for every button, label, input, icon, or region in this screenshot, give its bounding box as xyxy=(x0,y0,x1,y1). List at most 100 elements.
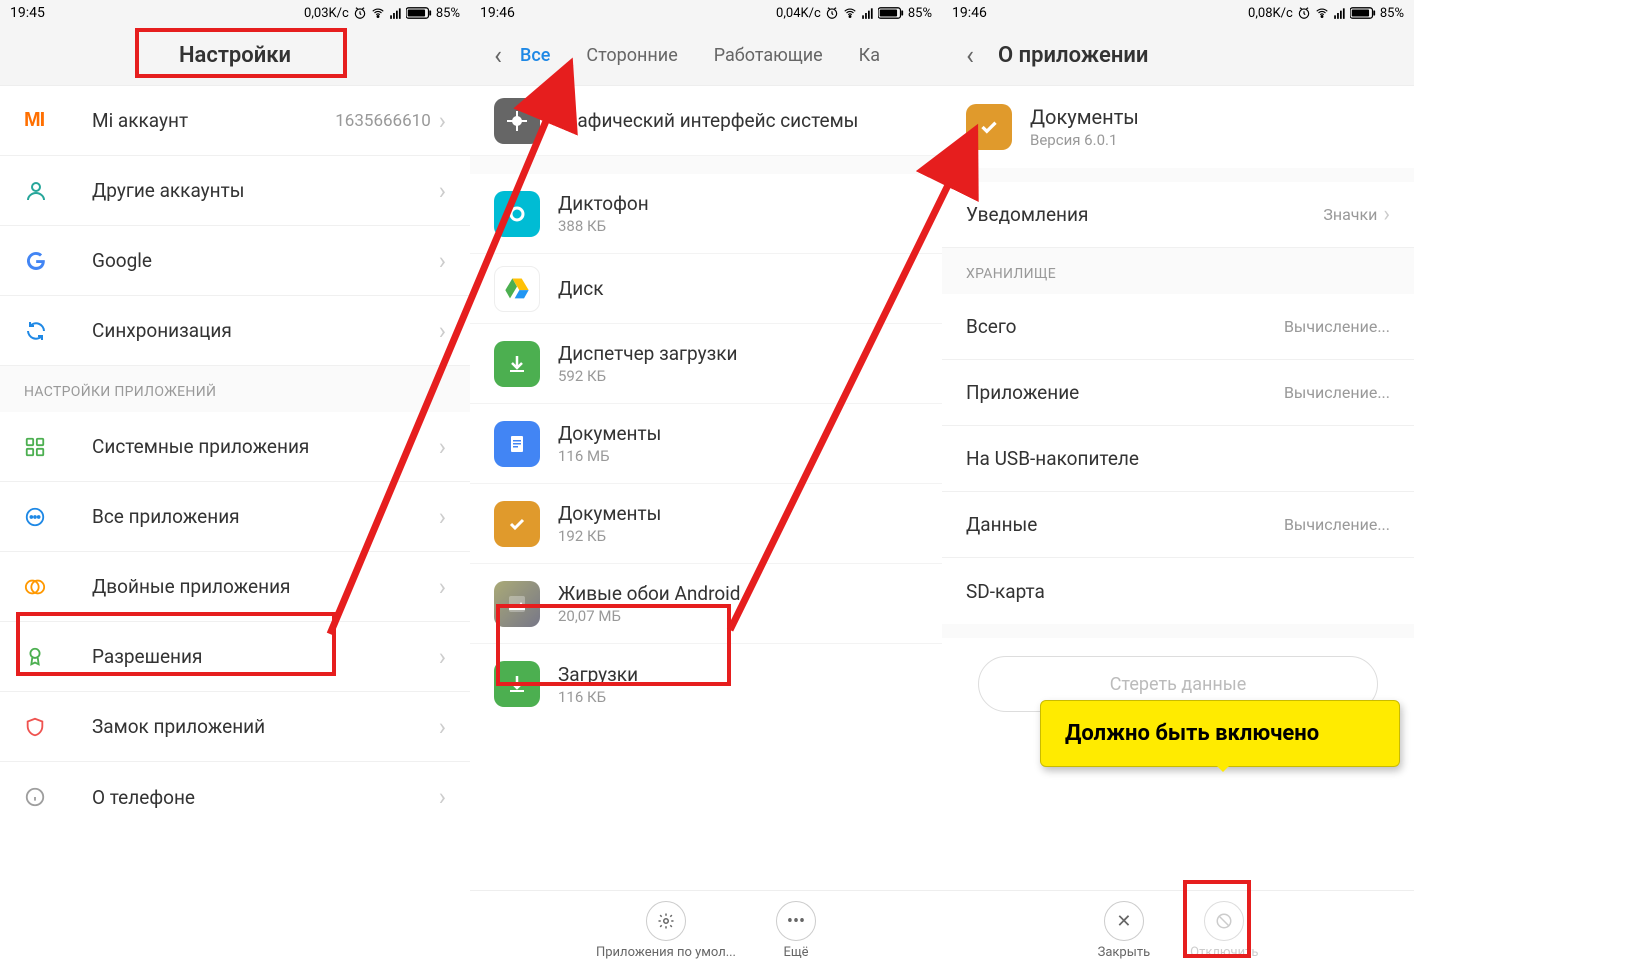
app-name: Документы xyxy=(558,422,918,445)
screen-apps-list: 19:46 0,04K/c 85% ‹ Все Сторонние Работа… xyxy=(470,0,942,970)
row-data: Данные Вычисление... xyxy=(942,492,1414,558)
tab-thirdparty[interactable]: Сторонние xyxy=(586,45,677,66)
chevron-right-icon: › xyxy=(439,503,446,531)
button-label: Отключить xyxy=(1190,945,1258,960)
app-size: 192 КБ xyxy=(558,527,918,545)
app-row-download-manager[interactable]: Диспетчер загрузки592 КБ xyxy=(470,324,942,404)
row-label: На USB-накопителе xyxy=(966,447,1139,470)
row-label: Синхронизация xyxy=(68,319,439,342)
tab-more[interactable]: Ка xyxy=(859,45,880,66)
app-icon xyxy=(494,341,540,387)
tooltip-text: Должно быть включено xyxy=(1065,721,1319,746)
status-time: 19:46 xyxy=(480,5,515,21)
row-app-lock[interactable]: Замок приложений › xyxy=(0,692,470,762)
app-version: Версия 6.0.1 xyxy=(1030,131,1390,149)
status-battery: 85% xyxy=(908,6,932,21)
row-system-apps[interactable]: Системные приложения › xyxy=(0,412,470,482)
row-usb-storage: На USB-накопителе xyxy=(942,426,1414,492)
row-label: О телефоне xyxy=(68,786,439,809)
app-row-drive[interactable]: Диск xyxy=(470,254,942,324)
wifi-icon xyxy=(842,6,858,20)
close-button[interactable]: ✕ Закрыть xyxy=(1098,901,1151,960)
app-name: Документы xyxy=(1030,105,1390,129)
app-detail-header: Документы Версия 6.0.1 xyxy=(942,86,1414,168)
row-label: Всего xyxy=(966,315,1017,338)
row-notifications[interactable]: Уведомления Значки › xyxy=(942,182,1414,248)
app-name: Загрузки xyxy=(558,663,918,686)
row-permissions[interactable]: Разрешения › xyxy=(0,622,470,692)
shield-icon xyxy=(24,716,68,738)
row-label: SD-карта xyxy=(966,580,1045,603)
section-header-apps: НАСТРОЙКИ ПРИЛОЖЕНИЙ xyxy=(0,366,470,412)
row-other-accounts[interactable]: Другие аккаунты › xyxy=(0,156,470,226)
row-mi-account[interactable]: MI Mi аккаунт 1635666610 › xyxy=(0,86,470,156)
alarm-icon xyxy=(1297,6,1311,20)
wifi-icon xyxy=(370,6,386,20)
back-button[interactable]: ‹ xyxy=(478,36,518,76)
app-size: 592 КБ xyxy=(558,367,918,385)
back-button[interactable]: ‹ xyxy=(950,36,990,76)
app-size: 20,07 МБ xyxy=(558,607,918,625)
more-button[interactable]: ••• Ещё xyxy=(776,901,816,960)
app-size: 116 МБ xyxy=(558,447,918,465)
row-value: Вычисление... xyxy=(1284,515,1390,534)
app-name: Графический интерфейс системы xyxy=(558,109,918,132)
app-row-downloads[interactable]: Загрузки 116 КБ xyxy=(470,644,942,724)
annotation-tooltip: Должно быть включено xyxy=(1040,700,1400,767)
chevron-right-icon: › xyxy=(439,643,446,671)
row-google[interactable]: Google › xyxy=(0,226,470,296)
chevron-right-icon: › xyxy=(439,317,446,345)
row-label: Другие аккаунты xyxy=(68,179,439,202)
battery-icon xyxy=(406,6,432,20)
chevron-right-icon: › xyxy=(439,177,446,205)
alarm-icon xyxy=(353,6,367,20)
app-row-live-wallpaper[interactable]: Живые обои Android20,07 МБ xyxy=(470,564,942,644)
header-bar: ‹ О приложении xyxy=(942,26,1414,86)
row-value: Вычисление... xyxy=(1284,317,1390,336)
page-title: О приложении xyxy=(998,43,1148,68)
gear-icon xyxy=(646,901,686,941)
row-label: Приложение xyxy=(966,381,1079,404)
status-time: 19:45 xyxy=(10,5,45,21)
status-bar: 19:45 0,03K/c 85% xyxy=(0,0,470,26)
dual-icon xyxy=(24,576,68,598)
tab-running[interactable]: Работающие xyxy=(714,45,823,66)
app-icon xyxy=(494,661,540,707)
app-row-system-ui[interactable]: Графический интерфейс системы xyxy=(470,86,942,156)
row-about-phone[interactable]: О телефоне › xyxy=(0,762,470,832)
row-label: Google xyxy=(68,249,439,272)
status-battery: 85% xyxy=(436,6,460,21)
row-sync[interactable]: Синхронизация › xyxy=(0,296,470,366)
app-size: 116 КБ xyxy=(558,688,918,706)
row-label: Все приложения xyxy=(68,505,439,528)
status-icons xyxy=(1297,6,1376,20)
header-bar: Настройки xyxy=(0,26,470,86)
alarm-icon xyxy=(825,6,839,20)
bottom-bar: ✕ Закрыть Отключить xyxy=(942,890,1414,970)
more-icon: ••• xyxy=(776,901,816,941)
user-icon xyxy=(24,179,68,203)
app-name: Документы xyxy=(558,502,918,525)
app-name: Диктофон xyxy=(558,192,918,215)
status-speed: 0,08K/c xyxy=(1248,6,1293,21)
chevron-right-icon: › xyxy=(439,783,446,811)
chevron-right-icon: › xyxy=(439,573,446,601)
status-battery: 85% xyxy=(1380,6,1404,21)
status-speed: 0,03K/c xyxy=(304,6,349,21)
button-label: Приложения по умол... xyxy=(596,945,736,960)
row-all-apps[interactable]: Все приложения › xyxy=(0,482,470,552)
disable-button[interactable]: Отключить xyxy=(1190,901,1258,960)
app-icon xyxy=(494,266,540,312)
app-row-documents[interactable]: Документы 192 КБ xyxy=(470,484,942,564)
battery-icon xyxy=(1350,6,1376,20)
default-apps-button[interactable]: Приложения по умол... xyxy=(596,901,736,960)
row-value: Вычисление... xyxy=(1284,383,1390,402)
row-label: Системные приложения xyxy=(68,435,439,458)
close-icon: ✕ xyxy=(1104,901,1144,941)
app-row-docs-google[interactable]: Документы 116 МБ xyxy=(470,404,942,484)
tab-all[interactable]: Все xyxy=(520,45,550,66)
app-row-recorder[interactable]: Диктофон388 КБ xyxy=(470,174,942,254)
page-title: Настройки xyxy=(0,43,470,68)
row-dual-apps[interactable]: Двойные приложения › xyxy=(0,552,470,622)
app-icon xyxy=(966,104,1012,150)
